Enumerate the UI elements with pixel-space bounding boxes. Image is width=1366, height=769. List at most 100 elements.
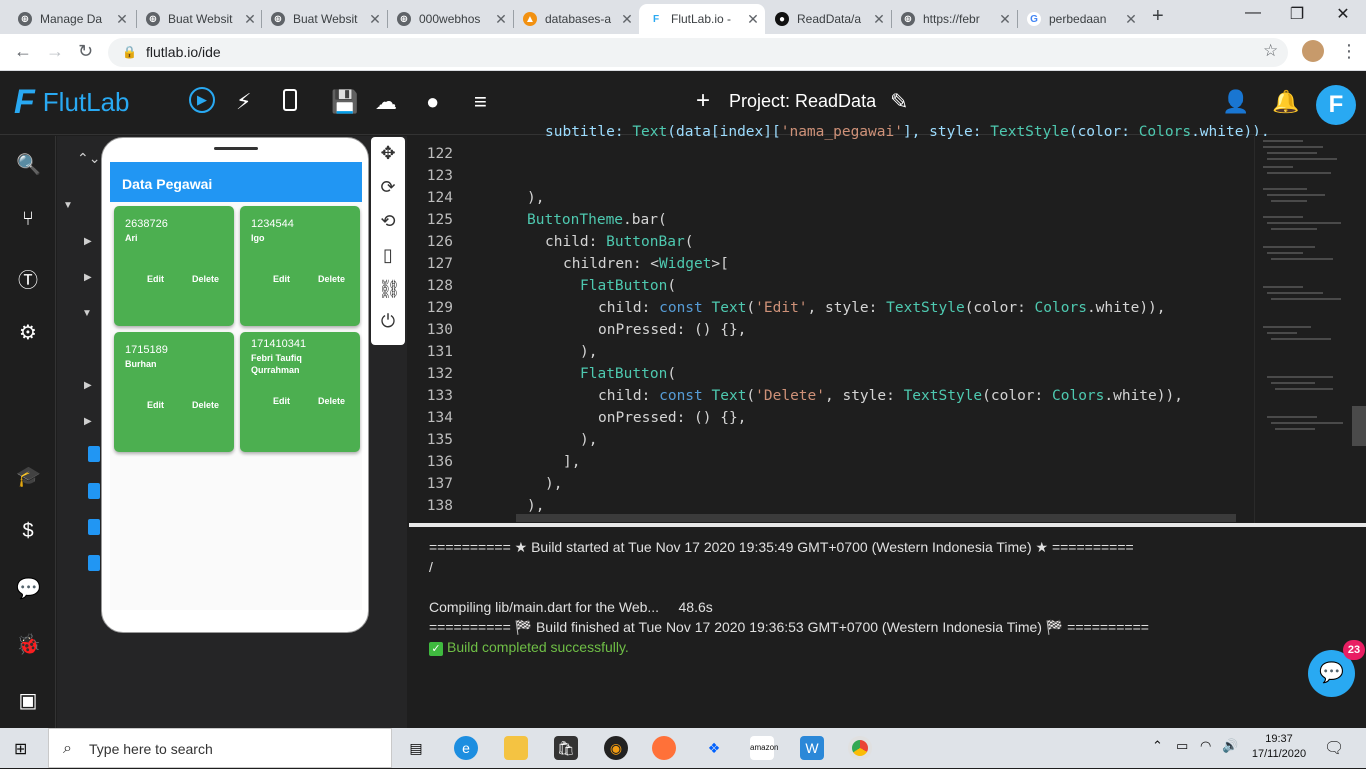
browser-tab[interactable]: ⊕ Manage Da ✕ [8,4,134,34]
windows-start-icon[interactable]: ⊞ [14,739,27,759]
tray-chevron-icon[interactable]: ⌃ [1152,738,1163,754]
vertical-scrollbar[interactable] [1352,406,1366,446]
chevron-right-icon[interactable]: ▶ [84,236,92,247]
refresh-icon[interactable]: ⟳ [378,177,398,198]
close-tab-icon[interactable]: ✕ [1123,11,1139,28]
delete-button[interactable]: Delete [192,400,219,410]
link-icon[interactable]: ⛓ [378,279,401,300]
github-icon[interactable]: ● [426,89,439,115]
settings-gear-icon[interactable]: ⚙ [16,320,40,345]
browser-tab-active[interactable]: F FlutLab.io - ✕ [639,4,765,34]
horizontal-scrollbar[interactable] [516,514,1236,522]
file-icon[interactable] [88,555,100,571]
chevron-down-icon[interactable]: ▼ [63,200,73,211]
chevron-right-icon[interactable]: ▶ [84,272,92,283]
profile-avatar[interactable] [1302,40,1324,62]
close-tab-icon[interactable]: ✕ [493,11,509,28]
hot-reload-icon[interactable]: ⚡ [236,89,251,115]
taskbar-search[interactable]: ⌕ Type here to search [48,728,392,768]
chrome-icon[interactable] [848,736,872,760]
whiteboard-icon[interactable]: W [800,736,824,760]
billing-dollar-icon[interactable]: $ [16,520,40,543]
power-icon[interactable]: ⏻ [378,311,398,332]
back-arrow-icon[interactable]: ← [14,41,32,62]
browser-tab[interactable]: ⊕ https://febr ✕ [891,4,1017,34]
edit-button[interactable]: Edit [147,400,164,410]
chevron-right-icon[interactable]: ▶ [84,380,92,391]
delete-button[interactable]: Delete [318,396,345,406]
delete-button[interactable]: Delete [192,274,219,284]
lock-icon[interactable]: 🔒 [122,45,137,59]
code-minimap[interactable] [1254,136,1352,524]
volume-icon[interactable]: 🔊 [1222,738,1238,754]
collapse-menu-icon[interactable]: ≡ [474,89,487,115]
employee-card[interactable]: 2638726 Ari Edit Delete [114,206,234,326]
new-tab-button[interactable]: + [1152,5,1164,28]
browser-tab[interactable]: ⊕ Buat Websit ✕ [136,4,262,34]
file-explorer-icon[interactable] [504,736,528,760]
edge-icon[interactable]: e [454,736,478,760]
dropbox-icon[interactable]: ❖ [702,736,726,760]
flutlab-logo[interactable]: F FlutLab [14,83,130,122]
download-icon[interactable]: ☁ [375,89,397,115]
browser-tab[interactable]: Gperbedaan ✕ [1017,4,1143,34]
reload-icon[interactable]: ↻ [78,41,93,62]
close-tab-icon[interactable]: ✕ [745,11,761,28]
notifications-bell-icon[interactable]: 🔔 [1272,89,1299,115]
close-tab-icon[interactable]: ✕ [619,11,635,28]
notification-center-icon[interactable]: 🗨 [1324,738,1344,758]
file-icon[interactable] [88,483,100,499]
chevron-down-icon[interactable]: ▼ [82,308,92,319]
bookmark-star-icon[interactable]: ☆ [1263,41,1278,61]
forum-icon[interactable]: 💬 [16,576,41,601]
employee-card[interactable]: 171410341 Febri Taufiq Qurrahman Edit De… [240,332,360,452]
url-field[interactable]: flutlab.io/ide [108,38,1288,67]
media-player-icon[interactable]: ◉ [604,736,628,760]
run-icon[interactable]: ▶ [189,87,215,113]
edit-pencil-icon[interactable]: ✎ [890,89,908,115]
amazon-icon[interactable]: amazon [750,736,778,760]
browser-tab[interactable]: ● ReadData/a ✕ [765,4,891,34]
bug-icon[interactable]: 🐞 [16,632,41,657]
close-tab-icon[interactable]: ✕ [367,11,383,28]
chevron-right-icon[interactable]: ▶ [84,416,92,427]
learn-icon[interactable]: 🎓 [16,464,41,489]
save-icon[interactable]: 💾 [331,89,358,115]
rotate-icon[interactable]: ⟲ [378,211,398,232]
device-frame-icon[interactable]: ▯ [378,245,398,266]
edit-button[interactable]: Edit [273,274,290,284]
add-user-icon[interactable]: 👤 [1222,89,1249,115]
user-avatar[interactable]: F [1316,85,1356,125]
close-tab-icon[interactable]: ✕ [997,11,1013,28]
close-window-button[interactable]: ✕ [1328,4,1358,24]
device-icon[interactable] [283,89,297,111]
employee-card[interactable]: 1715189 Burhan Edit Delete [114,332,234,452]
employee-card[interactable]: 1234544 Igo Edit Delete [240,206,360,326]
code-editor[interactable]: subtitle: Text(data[index]['nama_pegawai… [409,124,1366,524]
file-icon[interactable] [88,519,100,535]
edit-button[interactable]: Edit [273,396,290,406]
store-icon[interactable]: 🛍 [554,736,578,760]
cast-icon[interactable]: ▣ [16,688,40,713]
minimize-button[interactable]: — [1238,4,1268,22]
browser-tab[interactable]: ⊕ 000webhos ✕ [387,4,513,34]
task-view-icon[interactable]: ▤ [404,736,428,760]
delete-button[interactable]: Delete [318,274,345,284]
add-icon[interactable]: + [696,87,710,115]
system-clock[interactable]: 19:37 17/11/2020 [1246,732,1312,762]
forward-arrow-icon[interactable]: → [46,41,64,62]
firefox-icon[interactable] [652,736,676,760]
close-tab-icon[interactable]: ✕ [242,11,258,28]
source-control-icon[interactable]: ⑂ [16,208,40,231]
file-icon[interactable] [88,446,100,462]
search-icon[interactable]: 🔍 [16,152,41,177]
browser-tab[interactable]: ⊕ Buat Websit ✕ [261,4,387,34]
edit-button[interactable]: Edit [147,274,164,284]
sort-toggle-icon[interactable]: ⌃⌄ [77,150,100,167]
move-icon[interactable]: ✥ [378,143,398,164]
test-icon[interactable]: Ⓣ [16,264,40,293]
browser-tab[interactable]: ▲ databases-a ✕ [513,4,639,34]
battery-icon[interactable]: ▭ [1176,738,1188,754]
maximize-button[interactable]: ❐ [1282,4,1312,24]
close-tab-icon[interactable]: ✕ [871,11,887,28]
